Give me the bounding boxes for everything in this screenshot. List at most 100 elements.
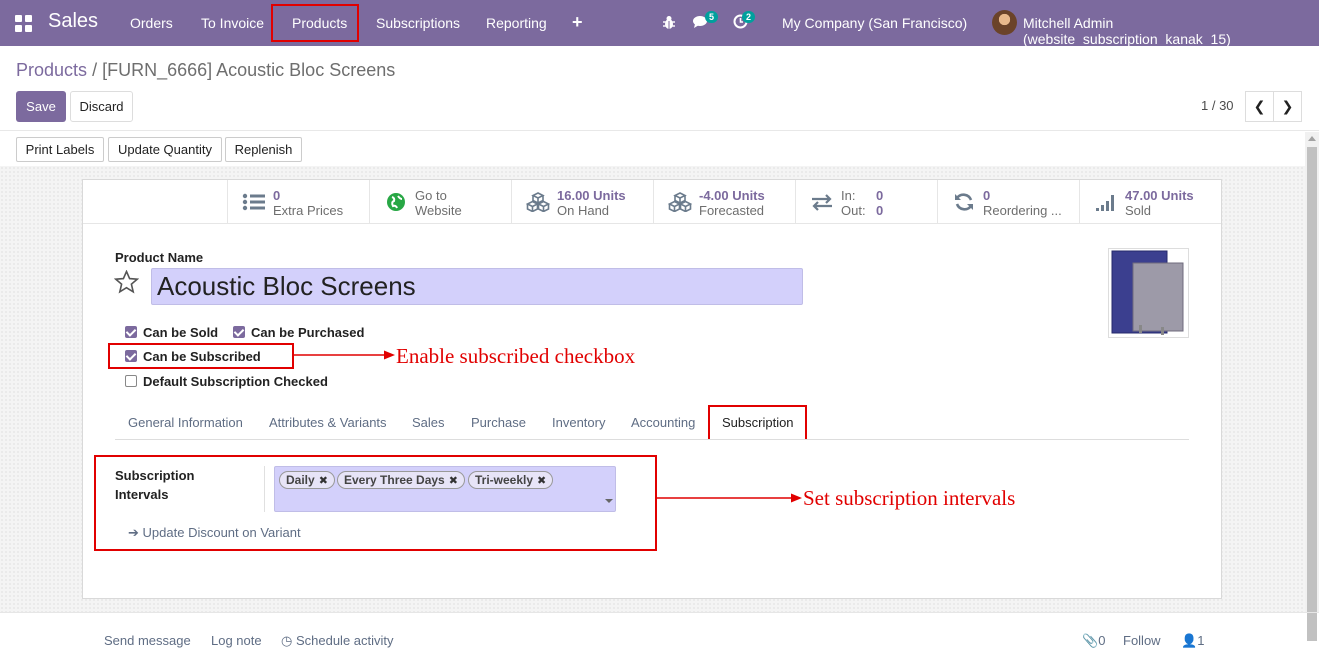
apps-menu-icon[interactable] <box>15 15 32 32</box>
reordering-count: 0 <box>983 188 991 203</box>
tab-accounting[interactable]: Accounting <box>631 415 695 430</box>
tab-inventory[interactable]: Inventory <box>552 415 605 430</box>
send-message-button[interactable]: Send message <box>104 633 191 648</box>
remove-tag-icon[interactable]: ✖ <box>319 475 328 487</box>
list-icon <box>242 193 265 211</box>
smart-button-forecasted[interactable]: -4.00 Units Forecasted <box>653 180 795 223</box>
smart-button-website[interactable]: Go to Website <box>369 180 511 223</box>
annotation-set-intervals: Set subscription intervals <box>803 486 1016 510</box>
update-discount-label: Update Discount on Variant <box>142 525 301 540</box>
pager-value: 1 / 30 <box>1201 98 1234 113</box>
top-navbar: Sales Orders To Invoice Products Subscri… <box>0 0 1319 47</box>
breadcrumb: Products / [FURN_6666] Acoustic Bloc Scr… <box>16 60 395 81</box>
smart-button-on-hand[interactable]: 16.00 Units On Hand <box>511 180 653 223</box>
annotation-arrow-icon <box>657 493 802 503</box>
smart-button-extra-prices[interactable]: 0 Extra Prices <box>227 180 369 223</box>
can-be-sold-checkbox[interactable] <box>125 326 137 338</box>
favorite-star-icon[interactable] <box>114 270 139 294</box>
default-subscription-checkbox[interactable] <box>125 375 137 387</box>
tab-general-information[interactable]: General Information <box>128 415 243 430</box>
cubes-icon <box>668 192 692 212</box>
can-be-sold-label[interactable]: Can be Sold <box>143 325 218 340</box>
tab-purchase[interactable]: Purchase <box>471 415 526 430</box>
subscription-tab-highlight <box>708 405 807 439</box>
update-quantity-button[interactable]: Update Quantity <box>108 137 222 162</box>
chevron-right-icon: ❯ <box>1281 98 1294 114</box>
products-menu-highlight <box>271 4 359 42</box>
schedule-activity-label: Schedule activity <box>295 633 394 648</box>
follow-button[interactable]: Follow <box>1123 633 1161 648</box>
followers-button[interactable]: 👤1 <box>1181 633 1204 649</box>
menu-reporting[interactable]: Reporting <box>486 15 547 31</box>
scroll-up-arrow-icon[interactable] <box>1308 136 1316 141</box>
chevron-left-icon: ❮ <box>1253 98 1266 114</box>
tabs-divider <box>115 439 1189 440</box>
print-labels-button[interactable]: Print Labels <box>16 137 104 162</box>
forecasted-label: Forecasted <box>699 203 765 218</box>
product-name-input[interactable]: Acoustic Bloc Screens <box>151 268 803 305</box>
tag-label: Every Three Days <box>344 473 445 487</box>
schedule-activity-button[interactable]: ◷ Schedule activity <box>281 633 394 649</box>
remove-tag-icon[interactable]: ✖ <box>449 475 458 487</box>
exchange-icon <box>812 194 832 211</box>
annotation-enable-subscribed: Enable subscribed checkbox <box>396 344 636 368</box>
remove-tag-icon[interactable]: ✖ <box>537 475 546 487</box>
arrow-right-icon: ➔ <box>128 525 139 540</box>
tag-label: Daily <box>286 473 315 487</box>
field-separator <box>264 466 265 512</box>
interval-tag-tri-weekly[interactable]: Tri-weekly ✖ <box>468 471 554 489</box>
smart-button-reordering[interactable]: 0 Reordering ... <box>937 180 1079 223</box>
pager-next-button[interactable]: ❯ <box>1273 91 1302 122</box>
menu-subscriptions[interactable]: Subscriptions <box>376 15 460 31</box>
user-avatar[interactable] <box>992 10 1017 35</box>
website-go-to: Go to <box>415 188 447 203</box>
default-subscription-label[interactable]: Default Subscription Checked <box>143 374 328 389</box>
product-image[interactable] <box>1108 248 1189 338</box>
subscribed-highlight-box <box>108 343 294 369</box>
company-switcher[interactable]: My Company (San Francisco) <box>782 15 967 31</box>
user-icon: 👤 <box>1181 633 1198 648</box>
tab-attributes-variants[interactable]: Attributes & Variants <box>269 415 387 430</box>
can-be-purchased-label[interactable]: Can be Purchased <box>251 325 364 340</box>
extra-prices-count: 0 <box>273 188 281 203</box>
vertical-scrollbar[interactable] <box>1305 132 1319 641</box>
replenish-button[interactable]: Replenish <box>225 137 302 162</box>
tab-sales[interactable]: Sales <box>412 415 445 430</box>
attachments-button[interactable]: 📎0 <box>1082 633 1105 649</box>
interval-tag-every-three-days[interactable]: Every Three Days ✖ <box>337 471 465 489</box>
smart-button-in-out[interactable]: In: 0 Out: 0 <box>795 180 937 223</box>
user-menu[interactable]: Mitchell Admin (website_subscription_kan… <box>1023 15 1319 47</box>
update-discount-link[interactable]: ➔ Update Discount on Variant <box>128 525 301 541</box>
debug-bug-icon[interactable] <box>662 15 676 30</box>
activities-count-badge: 2 <box>742 11 756 23</box>
discard-button[interactable]: Discard <box>70 91 133 122</box>
annotation-arrow-icon <box>294 350 395 360</box>
scrollbar-thumb[interactable] <box>1307 147 1317 641</box>
log-note-button[interactable]: Log note <box>211 633 262 648</box>
subscription-intervals-input[interactable]: Daily ✖ Every Three Days ✖ Tri-weekly ✖ <box>274 466 616 512</box>
interval-tag-daily[interactable]: Daily ✖ <box>279 471 335 489</box>
save-button[interactable]: Save <box>16 91 66 122</box>
out-value: 0 <box>876 203 884 218</box>
extra-prices-label: Extra Prices <box>273 203 344 218</box>
subscription-intervals-label-line2: Intervals <box>115 487 169 502</box>
in-label: In: <box>841 188 856 203</box>
dropdown-caret-icon[interactable] <box>605 499 613 503</box>
smart-button-sold[interactable]: 47.00 Units Sold <box>1079 180 1221 223</box>
clock-icon: ◷ <box>281 633 293 648</box>
subscription-intervals-label-line1: Subscription <box>115 468 195 483</box>
add-menu-icon[interactable]: + <box>572 12 583 33</box>
attachments-count: 0 <box>1098 633 1106 648</box>
can-be-purchased-checkbox[interactable] <box>233 326 245 338</box>
menu-orders[interactable]: Orders <box>130 15 173 31</box>
menu-to-invoice[interactable]: To Invoice <box>201 15 264 31</box>
reordering-label: Reordering ... <box>983 203 1062 218</box>
website-label: Website <box>415 203 462 218</box>
globe-icon <box>387 193 405 211</box>
app-name[interactable]: Sales <box>48 10 98 33</box>
pager-previous-button[interactable]: ❮ <box>1245 91 1274 122</box>
cubes-icon <box>526 192 550 212</box>
breadcrumb-products-link[interactable]: Products <box>16 60 87 80</box>
breadcrumb-current: [FURN_6666] Acoustic Bloc Screens <box>102 60 396 80</box>
chatter-divider <box>0 612 1319 613</box>
